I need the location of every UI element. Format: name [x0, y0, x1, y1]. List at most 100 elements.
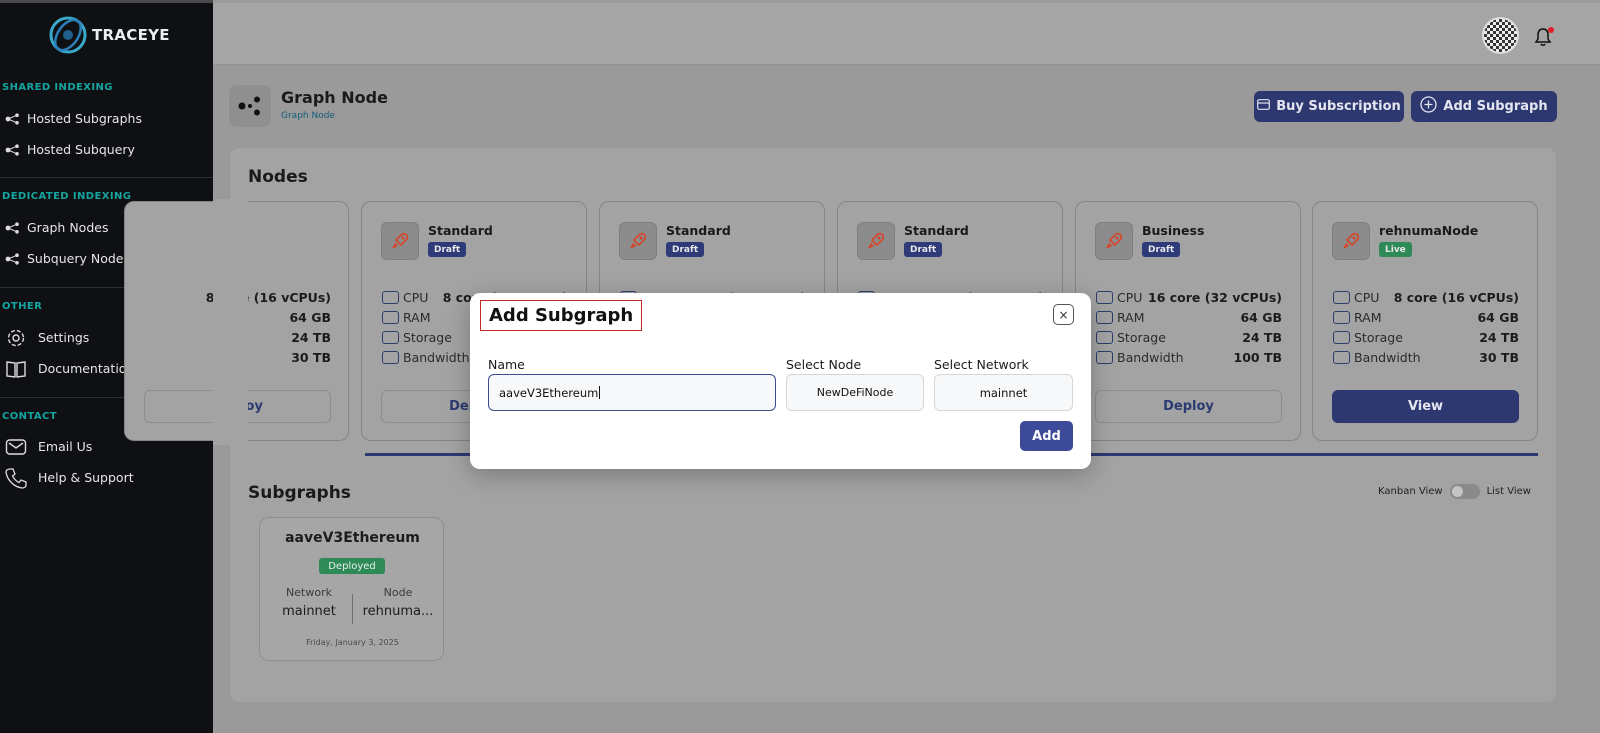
buy-subscription-label: Buy Subscription — [1276, 99, 1401, 114]
name-input-value: aaveV3Ethereum — [499, 385, 599, 400]
notification-dot — [1548, 27, 1554, 33]
add-subgraph-label: Add Subgraph — [1443, 99, 1548, 114]
rocket-icon — [857, 222, 895, 260]
node-name: Standard — [904, 223, 969, 238]
subgraph-card[interactable]: aaveV3Ethereum Deployed Network mainnet … — [259, 517, 444, 661]
sidebar-item-label: Graph Nodes — [27, 220, 109, 235]
scroll-mask — [213, 199, 248, 445]
section-heading: SHARED INDEXING — [2, 82, 113, 93]
name-input[interactable]: aaveV3Ethereum — [488, 374, 776, 411]
subgraphs-heading: Subgraphs — [248, 483, 351, 503]
bandwidth-label: Bandwidth — [403, 349, 470, 365]
top-bar — [213, 3, 1600, 65]
bandwidth-value: 30 TB — [291, 349, 331, 365]
node-name: Standard — [428, 223, 493, 238]
node-name: Business — [1142, 223, 1205, 238]
network-value: mainnet — [282, 604, 336, 619]
name-label: Name — [488, 357, 525, 372]
spec-cpu: CPU 16 core (32 vCPUs) — [1096, 288, 1282, 306]
spec-ram: RAM 64 GB — [1333, 308, 1519, 326]
sidebar-item-label: Email Us — [38, 439, 93, 454]
select-network-value: mainnet — [979, 385, 1028, 400]
graph-nodes-icon — [5, 110, 27, 128]
spec-storage: Storage 24 TB — [1333, 328, 1519, 346]
sidebar-item-label: Hosted Subquery — [27, 142, 135, 157]
avatar[interactable] — [1482, 17, 1519, 54]
card-icon — [1257, 99, 1271, 114]
graph-nodes-icon — [5, 141, 27, 159]
bandwidth-value: 100 TB — [1233, 349, 1283, 365]
sidebar-item-hosted-subquery[interactable]: Hosted Subquery — [0, 134, 213, 165]
status-badge: Draft — [904, 242, 943, 257]
add-subgraph-button[interactable]: Add Subgraph — [1411, 91, 1557, 122]
mail-icon — [5, 438, 38, 456]
ram-value: 64 GB — [289, 309, 331, 325]
status-badge: Live — [1379, 242, 1412, 257]
storage-label: Storage — [1117, 329, 1166, 345]
section-shared-indexing: SHARED INDEXING Hosted Subgraphs Hosted … — [0, 82, 213, 165]
cpu-value: 8 core (16 vCPUs) — [1393, 289, 1519, 305]
rocket-icon — [619, 222, 657, 260]
cpu-value: 16 core (32 vCPUs) — [1148, 289, 1282, 305]
bandwidth-icon — [1096, 350, 1113, 364]
buy-subscription-button[interactable]: Buy Subscription — [1254, 91, 1404, 122]
traceye-logo-icon — [46, 13, 90, 57]
divider — [0, 177, 213, 178]
sidebar-item-help-support[interactable]: Help & Support — [0, 462, 213, 493]
network-label: Network — [286, 586, 332, 599]
subgraph-name: aaveV3Ethereum — [285, 530, 420, 546]
ram-value: 64 GB — [1477, 309, 1519, 325]
ram-icon — [382, 310, 399, 324]
nodes-heading: Nodes — [248, 167, 308, 187]
breadcrumb[interactable]: Graph Node — [281, 111, 335, 121]
ram-icon — [1096, 310, 1113, 324]
node-card-rehnumanode[interactable]: rehnumaNode Live CPU 8 core (16 vCPUs) R… — [1312, 201, 1538, 441]
node-card-business[interactable]: Business Draft CPU 16 core (32 vCPUs) RA… — [1075, 201, 1301, 441]
storage-value: 24 TB — [291, 329, 331, 345]
graph-nodes-icon — [5, 219, 27, 237]
modal-title: Add Subgraph — [480, 300, 643, 331]
brand-logo[interactable]: TRACEYE — [46, 13, 170, 57]
cpu-label: CPU — [1354, 289, 1380, 305]
storage-icon — [1096, 330, 1113, 344]
cpu-icon — [382, 290, 399, 304]
deploy-button[interactable]: Deploy — [1095, 390, 1282, 423]
storage-label: Storage — [403, 329, 452, 345]
book-icon — [5, 360, 38, 378]
close-button[interactable]: × — [1053, 304, 1074, 325]
ram-label: RAM — [403, 309, 431, 325]
ram-label: RAM — [1354, 309, 1382, 325]
spec-cpu: CPU 8 core (16 vCPUs) — [1333, 288, 1519, 306]
gear-icon — [5, 329, 38, 347]
sidebar-item-hosted-subgraphs[interactable]: Hosted Subgraphs — [0, 103, 213, 134]
sidebar-item-label: Hosted Subgraphs — [27, 111, 142, 126]
close-icon: × — [1058, 307, 1069, 322]
view-toggle[interactable] — [1449, 484, 1480, 499]
select-network-label: Select Network — [934, 357, 1029, 372]
kanban-view-label: Kanban View — [1378, 486, 1443, 497]
bandwidth-label: Bandwidth — [1354, 349, 1421, 365]
add-button[interactable]: Add — [1020, 421, 1073, 451]
status-badge: Draft — [1142, 242, 1181, 257]
sidebar-item-label: Documentation — [38, 361, 135, 376]
cpu-icon — [1096, 290, 1113, 304]
page-title: Graph Node — [281, 88, 388, 107]
select-node-dropdown[interactable]: NewDeFiNode — [786, 374, 924, 411]
storage-label: Storage — [1354, 329, 1403, 345]
phone-icon — [5, 467, 38, 489]
node-value: rehnuma... — [362, 604, 434, 619]
bandwidth-label: Bandwidth — [1117, 349, 1184, 365]
select-network-dropdown[interactable]: mainnet — [934, 374, 1073, 411]
view-button[interactable]: View — [1332, 390, 1519, 423]
bandwidth-icon — [1333, 350, 1350, 364]
text-caret — [599, 386, 601, 399]
cpu-label: CPU — [1117, 289, 1143, 305]
cpu-icon — [1333, 290, 1350, 304]
select-node-value: NewDeFiNode — [816, 386, 894, 399]
status-badge: Deployed — [319, 558, 385, 574]
graph-nodes-icon — [5, 250, 27, 268]
node-label: Node — [383, 586, 413, 599]
ram-label: RAM — [1117, 309, 1145, 325]
status-badge: Draft — [666, 242, 705, 257]
spec-bandwidth: Bandwidth 100 TB — [1096, 348, 1282, 366]
